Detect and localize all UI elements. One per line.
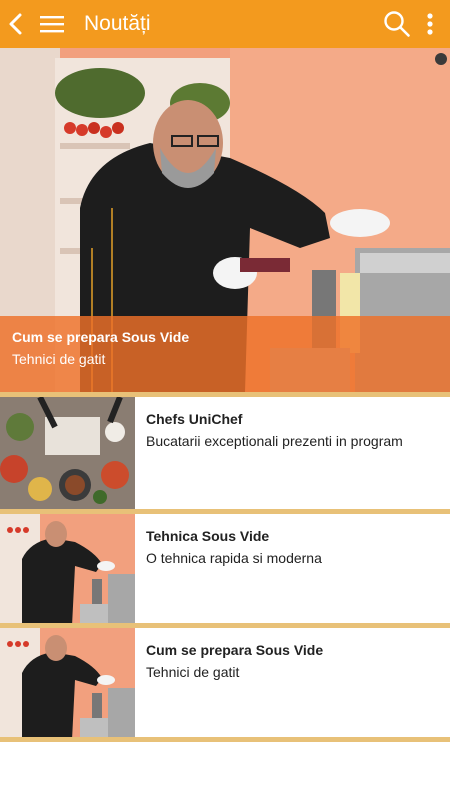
chef-thumbnail	[0, 628, 135, 740]
more-options-icon[interactable]	[418, 0, 442, 48]
list-item[interactable]: Cum se prepara Sous Vide Tehnici de gati…	[0, 628, 450, 740]
item-title: Tehnica Sous Vide	[146, 528, 270, 544]
app-bar: Noutăți	[0, 0, 450, 48]
back-icon[interactable]	[0, 0, 32, 48]
food-thumbnail	[0, 397, 135, 509]
chef-thumbnail	[0, 514, 135, 626]
list-item[interactable]: Chefs UniChef Bucatarii exceptionali pre…	[0, 397, 450, 509]
hero-subtitle: Tehnici de gatit	[12, 351, 106, 367]
separator	[0, 737, 450, 742]
menu-icon[interactable]	[36, 0, 68, 48]
hero-title[interactable]: Cum se prepara Sous Vide	[12, 329, 189, 345]
page-title: Noutăți	[84, 12, 151, 35]
list-item[interactable]: Tehnica Sous Vide O tehnica rapida si mo…	[0, 514, 450, 626]
search-icon[interactable]	[380, 0, 414, 48]
page-indicator-dot	[435, 53, 447, 65]
item-subtitle: Bucatarii exceptionali prezenti in progr…	[146, 433, 403, 449]
item-subtitle: Tehnici de gatit	[146, 664, 240, 680]
item-title: Chefs UniChef	[146, 411, 243, 427]
item-subtitle: O tehnica rapida si moderna	[146, 550, 322, 566]
item-title: Cum se prepara Sous Vide	[146, 642, 324, 658]
